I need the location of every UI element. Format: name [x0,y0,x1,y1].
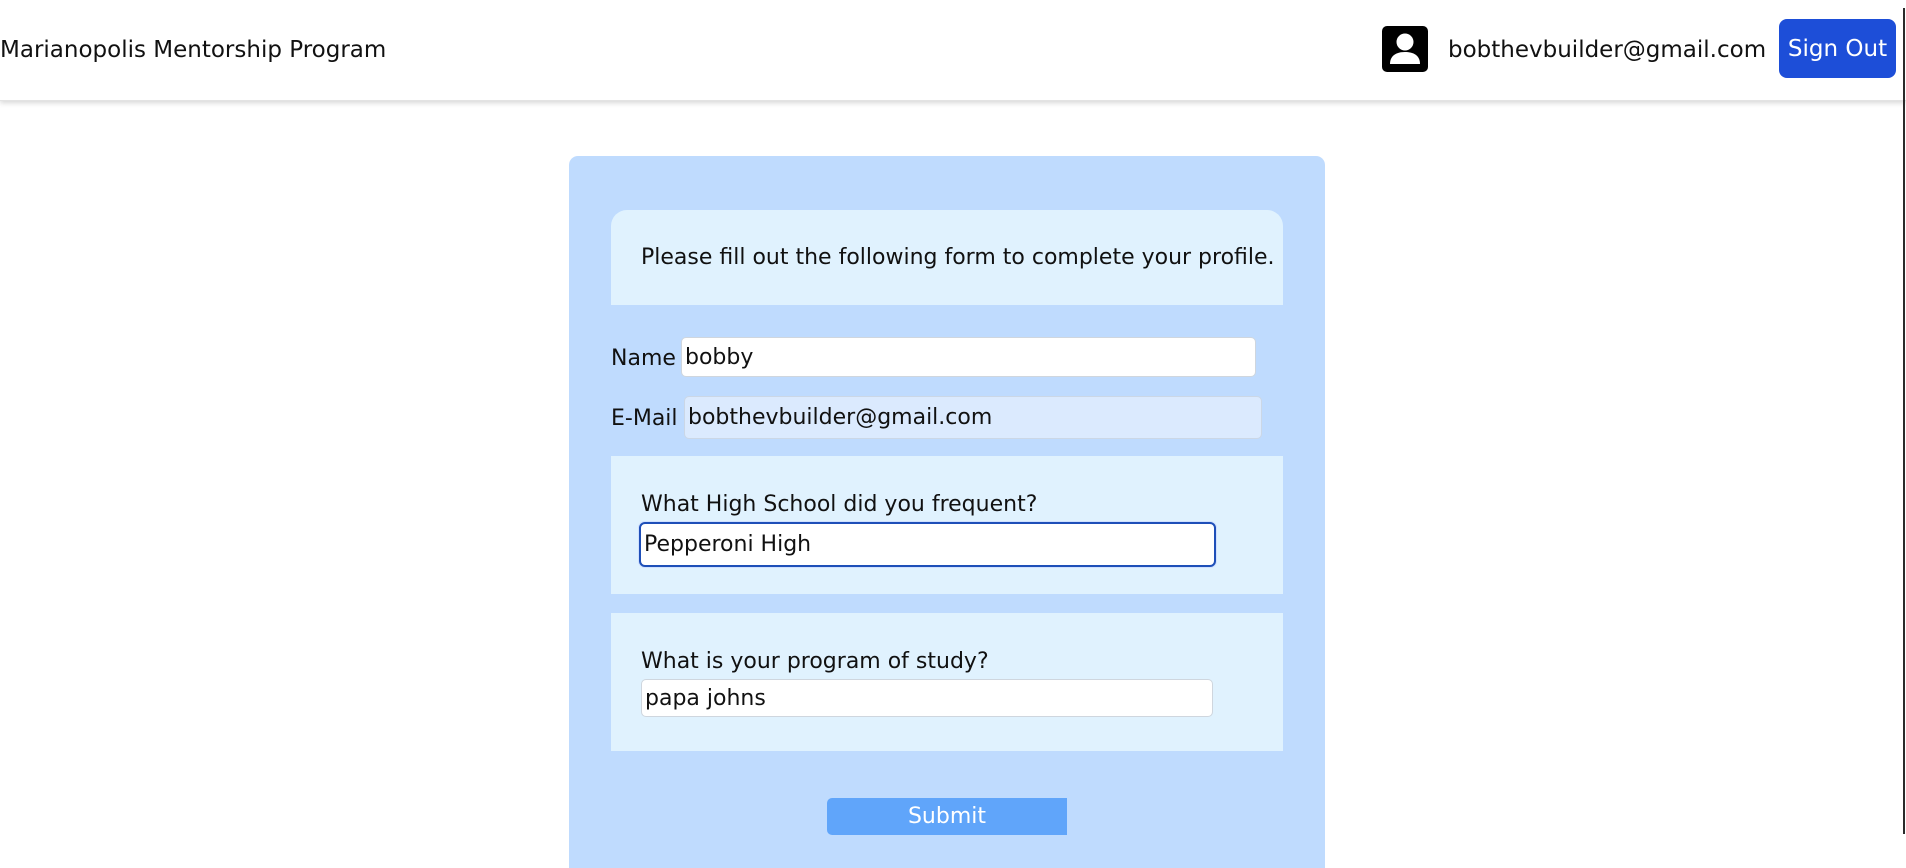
email-input[interactable] [684,396,1262,439]
program-panel: What is your program of study? [611,613,1283,751]
intro-panel: Please fill out the following form to co… [611,210,1283,305]
high-school-input[interactable] [639,522,1216,567]
program-question: What is your program of study? [641,649,989,674]
high-school-question: What High School did you frequent? [641,492,1038,517]
intro-text: Please fill out the following form to co… [641,245,1275,270]
program-input[interactable] [641,679,1213,717]
name-input[interactable] [681,337,1256,377]
name-label: Name [611,346,676,371]
top-navbar: Marianopolis Mentorship Program bobthevb… [0,0,1906,101]
app-title[interactable]: Marianopolis Mentorship Program [0,36,386,64]
profile-form-card: Please fill out the following form to co… [569,156,1325,868]
submit-button[interactable]: Submit [827,798,1067,835]
high-school-panel: What High School did you frequent? [611,456,1283,594]
user-avatar-icon [1382,26,1428,72]
sign-out-button[interactable]: Sign Out [1779,19,1896,78]
scrollbar[interactable] [1903,8,1905,834]
user-email: bobthevbuilder@gmail.com [1448,37,1767,63]
email-label: E-Mail [611,406,678,431]
